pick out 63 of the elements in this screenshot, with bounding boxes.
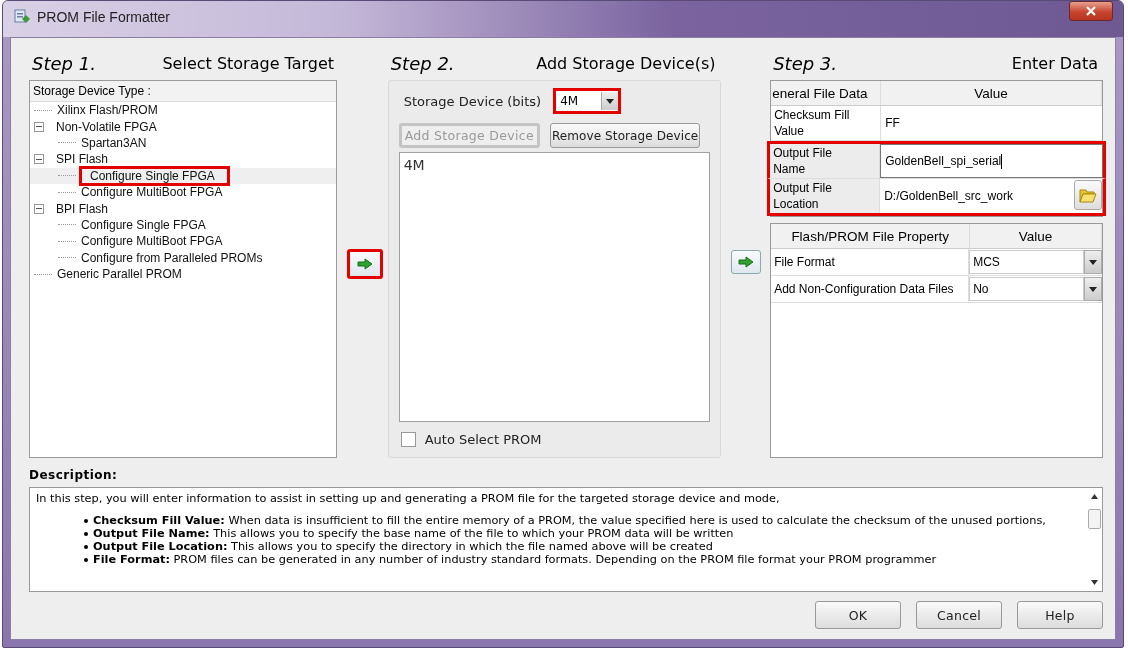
description-item: Output File Name: This allows you to specify the base name of the file to which your PROM data will be written <box>93 527 734 540</box>
tree-item[interactable]: BPI Flash <box>54 201 111 216</box>
scroll-up-icon[interactable] <box>1090 494 1098 499</box>
property-name: Output File Name <box>770 144 881 178</box>
dropdown-arrow-icon <box>1089 286 1097 292</box>
tree-item[interactable]: Configure from Paralleled PROMs <box>79 250 265 265</box>
dropdown-arrow-icon <box>1089 259 1097 265</box>
tree-header: Storage Device Type : <box>30 81 337 102</box>
collapse-icon[interactable] <box>34 121 44 132</box>
location-field[interactable]: D:/GoldenBell_src_work <box>880 179 1073 213</box>
collapse-icon[interactable] <box>34 154 44 165</box>
dialog-button[interactable]: Help <box>1017 601 1103 629</box>
property-name: Add Non-Configuration Data Files <box>771 276 970 302</box>
tree-item[interactable]: Configure MultiBoot FPGA <box>79 185 225 200</box>
next-step-button[interactable] <box>730 250 761 274</box>
scroll-down-icon[interactable] <box>1090 580 1098 585</box>
step-title: Enter Data <box>1011 53 1098 73</box>
column-header: Value <box>881 81 1102 105</box>
property-value: FF <box>884 115 901 132</box>
tree-item[interactable]: Xilinx Flash/PROM <box>55 103 160 118</box>
property-name: Checksum Fill Value <box>771 106 882 140</box>
collapse-icon[interactable] <box>34 203 44 214</box>
window-title: PROM File Formatter <box>37 9 170 25</box>
next-step-button[interactable] <box>347 249 384 279</box>
description-item: Output File Location: This allows you to specify the directory in which the file named above will be created <box>93 540 713 553</box>
tree-item[interactable]: Spartan3AN <box>79 135 149 150</box>
close-icon <box>1085 6 1097 16</box>
list-item[interactable]: 4M <box>403 157 425 173</box>
step-label: Step 1. <box>32 52 96 74</box>
field-label: Storage Device (bits) <box>403 93 542 109</box>
scroll-thumb[interactable] <box>1087 509 1101 529</box>
right-arrow-icon <box>737 256 754 268</box>
description-item: Checksum Fill Value: When data is insufficient to fill the entire memory of a PROM, the value specified here is used to calculate the checksum of the unused portions, <box>93 514 1046 527</box>
close-button[interactable] <box>1069 1 1113 21</box>
checkbox-label: Auto Select PROM <box>424 432 542 447</box>
right-arrow-icon <box>357 258 374 270</box>
description-text: In this step, you will enter information to assist in setting up and generating a PROM file for the targeted storage device and mode, <box>36 492 781 505</box>
app-icon <box>13 8 31 26</box>
tree-item[interactable]: Configure Single FPGA <box>79 165 230 186</box>
step-title: Add Storage Device(s) <box>536 53 716 73</box>
step-title: Select Storage Target <box>162 53 335 73</box>
tree-item[interactable]: Configure MultiBoot FPGA <box>79 234 225 249</box>
tree-item[interactable]: SPI Flash <box>54 152 111 167</box>
remove-storage-device-button[interactable]: Remove Storage Device <box>549 123 701 148</box>
description-label: Description: <box>29 468 119 482</box>
column-header: Value <box>970 224 1102 248</box>
tree-item[interactable]: Generic Parallel PROM <box>55 267 184 282</box>
property-name: Output File Location <box>770 179 881 213</box>
column-header: Flash/PROM File Property <box>771 224 971 248</box>
folder-icon <box>1079 187 1097 203</box>
step-label: Step 3. <box>773 52 838 74</box>
checkbox[interactable] <box>400 432 416 447</box>
size-dropdown[interactable]: 4M <box>553 88 622 114</box>
dropdown-arrow-icon <box>606 98 615 104</box>
browse-button[interactable] <box>1074 180 1102 210</box>
column-header: eneral File Data <box>771 81 882 105</box>
file-name-field[interactable]: GoldenBell_spi_serial <box>880 144 1103 178</box>
dialog-button[interactable]: Cancel <box>916 601 1002 629</box>
step-label: Step 2. <box>390 52 455 74</box>
tree-item[interactable]: Configure Single FPGA <box>79 217 208 232</box>
dialog-button[interactable]: OK <box>815 601 901 629</box>
tree-item[interactable]: Non-Volatile FPGA <box>54 119 159 134</box>
description-item: File Format: PROM files can be generated in any number of industry standard formats. Depending on the PROM file format your PROM programmer <box>93 553 937 566</box>
